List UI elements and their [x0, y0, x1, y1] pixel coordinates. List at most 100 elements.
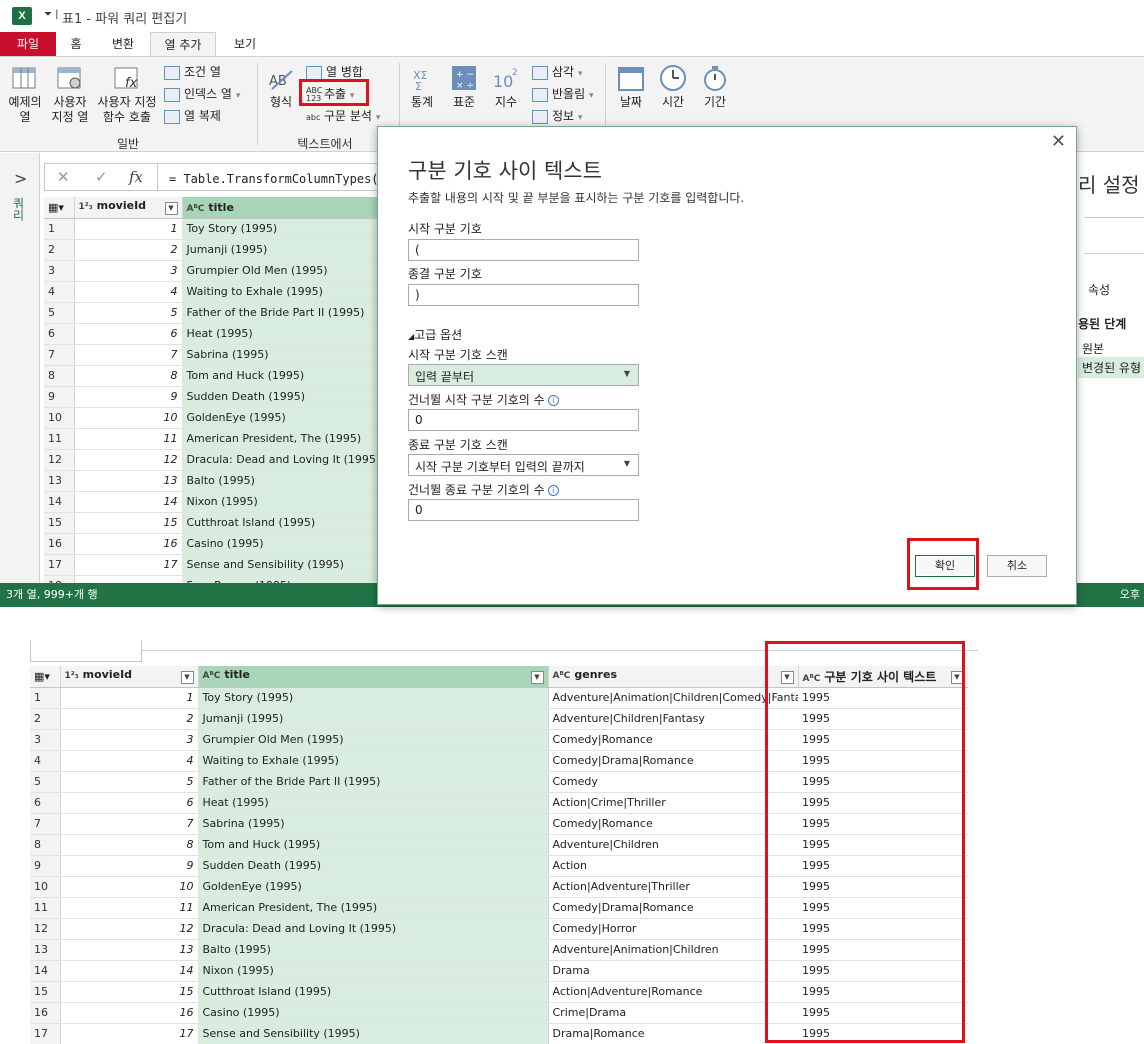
- expand-chevron-icon[interactable]: >: [14, 169, 27, 188]
- quick-access-dropdown-icon[interactable]: ⏷ |: [44, 9, 59, 20]
- cell-title[interactable]: GoldenEye (1995): [198, 876, 549, 898]
- cell-genres[interactable]: Action|Crime|Thriller: [548, 792, 798, 814]
- table-row[interactable]: 12 12 Dracula: Dead and Loving It (1995): [44, 449, 384, 471]
- column-from-examples-button[interactable]: 예제의 열: [4, 63, 46, 125]
- table-row[interactable]: 6 6 Heat (1995): [44, 323, 384, 345]
- cell-genres[interactable]: Adventure|Animation|Children|Comedy|Fant…: [548, 687, 798, 709]
- cell-title[interactable]: Cutthroat Island (1995): [182, 512, 384, 534]
- table-row[interactable]: 18 Four Rooms (1995): [44, 575, 384, 583]
- cell-title[interactable]: Toy Story (1995): [182, 218, 384, 240]
- cell-movieid[interactable]: 12: [60, 918, 199, 940]
- tab-transform[interactable]: 변환: [100, 32, 146, 56]
- cell-genres[interactable]: Comedy|Romance: [548, 729, 798, 751]
- filter-dropdown-icon[interactable]: ▼: [164, 202, 178, 216]
- cell-movieid[interactable]: 7: [60, 813, 199, 835]
- date-button[interactable]: 날짜: [612, 63, 650, 110]
- cell-genres[interactable]: Action|Adventure|Thriller: [548, 876, 798, 898]
- applied-step-source[interactable]: 원본: [1082, 340, 1104, 357]
- table-row[interactable]: 16 16 Casino (1995): [44, 533, 384, 555]
- cell-title[interactable]: American President, The (1995): [182, 428, 384, 450]
- scientific-button[interactable]: 10 2 지수: [488, 63, 524, 110]
- tab-add-column[interactable]: 열 추가: [150, 32, 216, 56]
- cell-movieid[interactable]: 17: [60, 1023, 199, 1044]
- filter-dropdown-icon[interactable]: ▼: [530, 671, 544, 685]
- tab-view[interactable]: 보기: [222, 32, 268, 56]
- cell-genres[interactable]: Crime|Drama: [548, 1002, 798, 1024]
- custom-column-button[interactable]: 사용자 지정 열: [48, 63, 92, 125]
- cell-title[interactable]: Sense and Sensibility (1995): [182, 554, 384, 576]
- cell-genres[interactable]: Drama: [548, 960, 798, 982]
- cell-title[interactable]: Nixon (1995): [182, 491, 384, 513]
- cell-title[interactable]: Casino (1995): [198, 1002, 549, 1024]
- cell-movieid[interactable]: 15: [60, 981, 199, 1003]
- table-row[interactable]: 14 14 Nixon (1995): [44, 491, 384, 513]
- table-row[interactable]: 17 17 Sense and Sensibility (1995): [44, 554, 384, 576]
- cell-title[interactable]: Nixon (1995): [198, 960, 549, 982]
- tab-home[interactable]: 홈: [58, 32, 94, 56]
- cell-title[interactable]: Jumanji (1995): [182, 239, 384, 261]
- close-icon[interactable]: ✕: [1051, 131, 1066, 152]
- cell-title[interactable]: Waiting to Exhale (1995): [182, 281, 384, 303]
- cell-movieid[interactable]: 9: [74, 386, 183, 408]
- time-button[interactable]: 시간: [654, 63, 692, 110]
- table-row[interactable]: 5 5 Father of the Bride Part II (1995): [44, 302, 384, 324]
- cancel-button[interactable]: 취소: [987, 555, 1047, 577]
- table-row[interactable]: 13 13 Balto (1995): [44, 470, 384, 492]
- column-header-title[interactable]: AᴮC title ▼: [198, 666, 549, 688]
- standard-button[interactable]: + − × ÷ 표준: [446, 63, 482, 110]
- cell-title[interactable]: Sense and Sensibility (1995): [198, 1023, 549, 1044]
- cell-genres[interactable]: Adventure|Children|Fantasy: [548, 708, 798, 730]
- cell-movieid[interactable]: 2: [74, 239, 183, 261]
- cell-movieid[interactable]: 16: [74, 533, 183, 555]
- table-row[interactable]: 11 11 American President, The (1995): [44, 428, 384, 450]
- rounding-button[interactable]: 반올림 ▾: [532, 84, 593, 104]
- cell-movieid[interactable]: [74, 575, 183, 583]
- cell-movieid[interactable]: 12: [74, 449, 183, 471]
- cell-movieid[interactable]: 14: [74, 491, 183, 513]
- cell-movieid[interactable]: 16: [60, 1002, 199, 1024]
- table-row[interactable]: 10 10 GoldenEye (1995): [44, 407, 384, 429]
- index-column-button[interactable]: 인덱스 열 ▾: [164, 84, 240, 104]
- table-menu-icon[interactable]: ▦▾: [30, 666, 61, 688]
- cell-movieid[interactable]: 6: [60, 792, 199, 814]
- cell-movieid[interactable]: 10: [74, 407, 183, 429]
- cell-movieid[interactable]: 7: [74, 344, 183, 366]
- cell-movieid[interactable]: 6: [74, 323, 183, 345]
- confirm-formula-icon[interactable]: ✓: [95, 168, 108, 186]
- start-scan-select[interactable]: 입력 끝부터 ▼: [408, 364, 639, 386]
- skip-start-input[interactable]: 0: [408, 409, 639, 431]
- format-button[interactable]: AB 형식: [262, 63, 300, 110]
- formula-text[interactable]: = Table.TransformColumnTypes(원본: [169, 170, 379, 187]
- info-icon[interactable]: i: [547, 395, 559, 406]
- cell-genres[interactable]: Comedy: [548, 771, 798, 793]
- table-menu-icon[interactable]: ▦▾: [44, 197, 75, 219]
- cell-movieid[interactable]: 4: [74, 281, 183, 303]
- cell-movieid[interactable]: 8: [74, 365, 183, 387]
- cell-title[interactable]: Dracula: Dead and Loving It (1995): [182, 449, 384, 471]
- table-row[interactable]: 4 4 Waiting to Exhale (1995): [44, 281, 384, 303]
- column-header-movieid[interactable]: 1²₃ movieId ▼: [74, 197, 183, 219]
- cell-movieid[interactable]: 1: [60, 687, 199, 709]
- cell-title[interactable]: Grumpier Old Men (1995): [182, 260, 384, 282]
- cell-genres[interactable]: Comedy|Horror: [548, 918, 798, 940]
- cell-title[interactable]: Sabrina (1995): [182, 344, 384, 366]
- cell-movieid[interactable]: 11: [74, 428, 183, 450]
- cell-movieid[interactable]: 15: [74, 512, 183, 534]
- cell-movieid[interactable]: 17: [74, 554, 183, 576]
- table-row[interactable]: 8 8 Tom and Huck (1995): [44, 365, 384, 387]
- cell-title[interactable]: Jumanji (1995): [198, 708, 549, 730]
- advanced-options-toggle[interactable]: ◢고급 옵션: [408, 326, 462, 343]
- cell-title[interactable]: Casino (1995): [182, 533, 384, 555]
- cell-title[interactable]: Heat (1995): [198, 792, 549, 814]
- cell-title[interactable]: Sabrina (1995): [198, 813, 549, 835]
- parse-button[interactable]: abc 구문 분석 ▾: [306, 106, 380, 126]
- cell-movieid[interactable]: 2: [60, 708, 199, 730]
- cancel-formula-icon[interactable]: ✕: [57, 168, 70, 186]
- skip-end-input[interactable]: 0: [408, 499, 639, 521]
- cell-genres[interactable]: Comedy|Drama|Romance: [548, 897, 798, 919]
- cell-title[interactable]: Four Rooms (1995): [182, 575, 384, 583]
- cell-movieid[interactable]: 13: [60, 939, 199, 961]
- cell-movieid[interactable]: 9: [60, 855, 199, 877]
- cell-title[interactable]: GoldenEye (1995): [182, 407, 384, 429]
- duration-button[interactable]: 기간: [696, 63, 734, 110]
